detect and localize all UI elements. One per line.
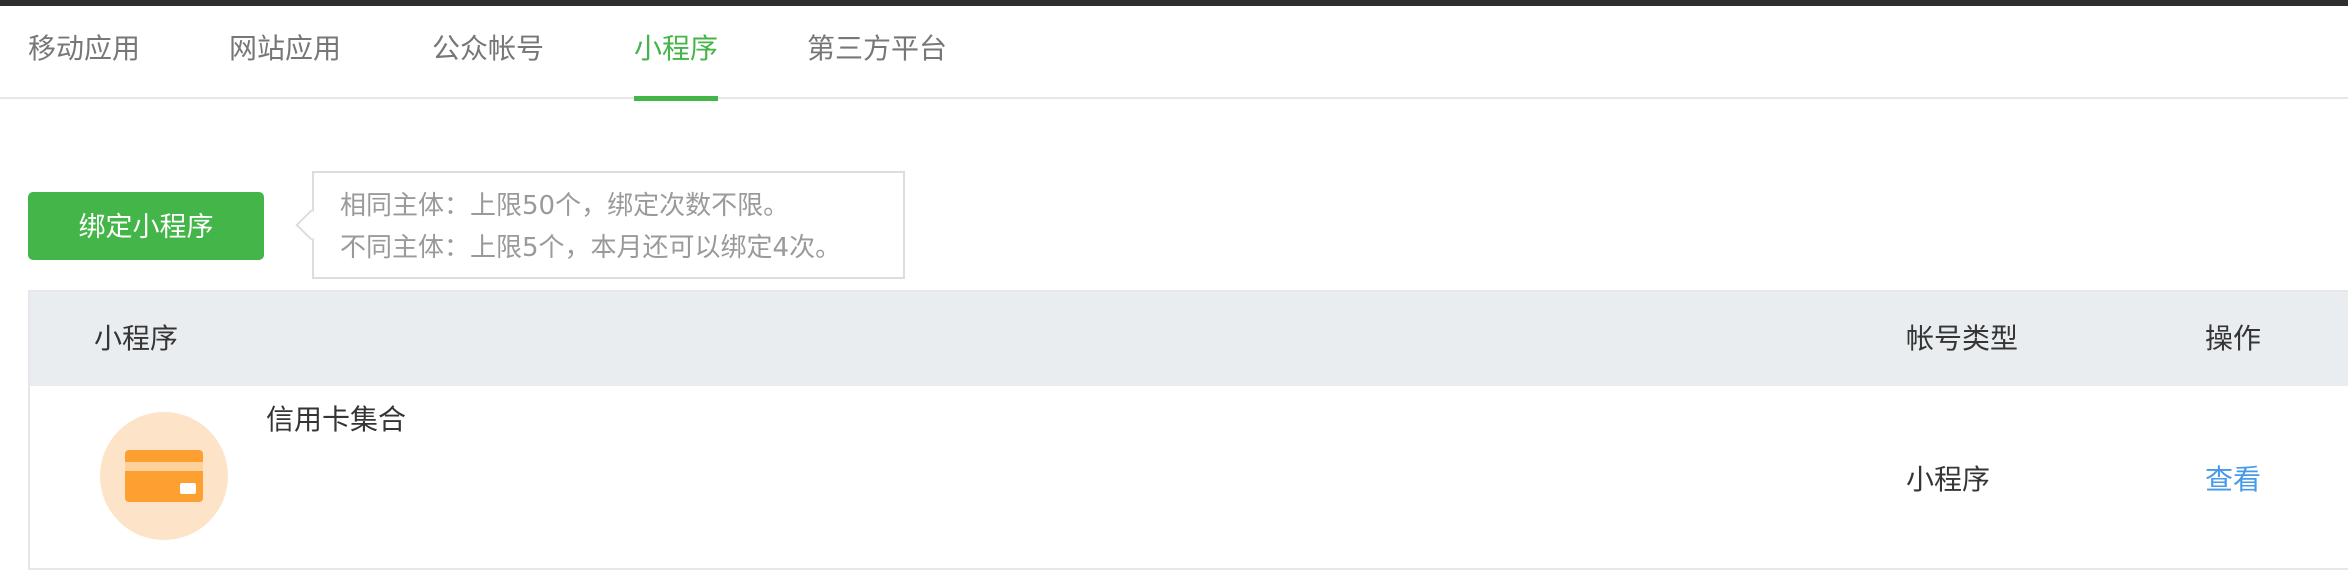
header-action: 操作 xyxy=(2205,322,2262,355)
bind-mini-program-button[interactable]: 绑定小程序 xyxy=(28,192,264,260)
tip-same-entity: 相同主体：上限50个，绑定次数不限。 xyxy=(340,191,790,221)
table-header: 小程序 帐号类型 操作 xyxy=(30,292,2348,386)
header-mini-program: 小程序 xyxy=(94,322,179,355)
bind-limit-tooltip: 相同主体：上限50个，绑定次数不限。 不同主体：上限5个，本月还可以绑定4次。 xyxy=(312,171,905,279)
mini-program-name: 信用卡集合 xyxy=(266,403,407,436)
tab-official-accounts[interactable]: 公众帐号 xyxy=(432,6,544,99)
header-account-type: 帐号类型 xyxy=(1906,322,2019,355)
tip-different-entity: 不同主体：上限5个，本月还可以绑定4次。 xyxy=(340,233,842,263)
tab-web-apps[interactable]: 网站应用 xyxy=(229,6,341,99)
account-type-value: 小程序 xyxy=(1906,463,1991,496)
view-link[interactable]: 查看 xyxy=(2205,456,2261,504)
mini-program-table: 小程序 帐号类型 操作 信用卡集合 小程序 查看 xyxy=(28,290,2348,570)
credit-card-icon xyxy=(100,412,228,540)
tab-mobile-apps[interactable]: 移动应用 xyxy=(28,6,140,99)
tab-mini-programs[interactable]: 小程序 xyxy=(634,6,719,101)
tab-bar: 移动应用 网站应用 公众帐号 小程序 第三方平台 xyxy=(0,6,2348,101)
tab-third-party-platform[interactable]: 第三方平台 xyxy=(807,6,947,99)
table-row: 信用卡集合 小程序 查看 xyxy=(30,386,2348,570)
